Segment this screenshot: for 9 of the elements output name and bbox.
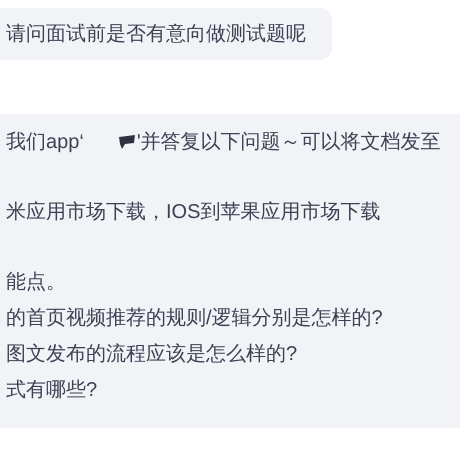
message-text: 请问面试前是否有意向做测试题呢: [6, 22, 306, 47]
message-text: '并答复以下问题～可以将文档发至: [136, 130, 441, 155]
redaction-mark: [118, 135, 135, 149]
message-text: 米应用市场下载，IOS到苹果应用市场下载: [6, 200, 380, 225]
message-text: 能点。: [6, 270, 66, 295]
message-text: 的首页视频推荐的规则/逻辑分别是怎样的?: [6, 306, 383, 331]
message-text: 图文发布的流程应该是怎么样的?: [6, 342, 298, 367]
message-text: 式有哪些?: [6, 378, 98, 403]
message-text: 我们app‘: [6, 130, 84, 155]
